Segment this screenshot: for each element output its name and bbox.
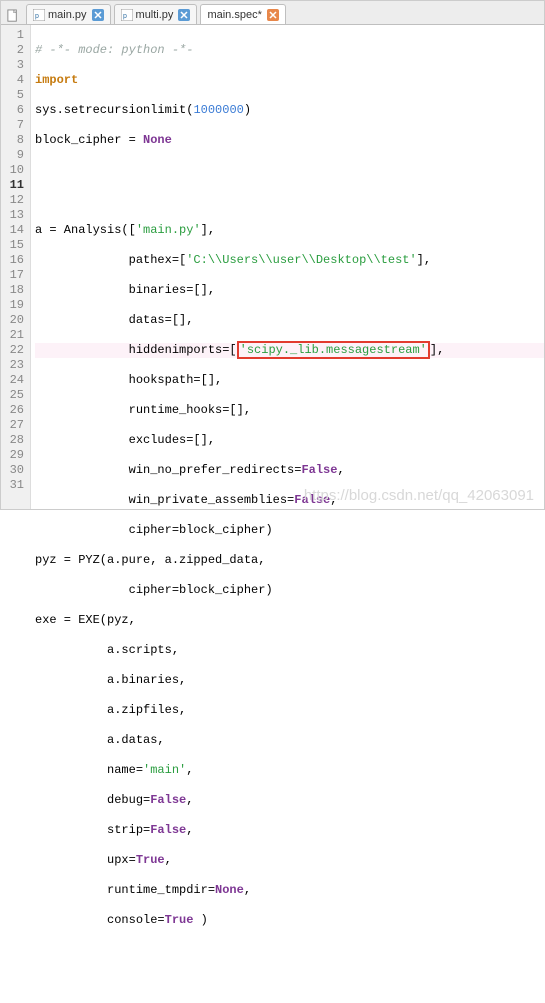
svg-text:p: p xyxy=(35,13,39,20)
new-file-icon[interactable] xyxy=(6,9,21,24)
close-icon[interactable] xyxy=(267,9,279,21)
svg-text:p: p xyxy=(123,13,127,20)
tab-multi-py[interactable]: p multi.py xyxy=(114,4,198,24)
python-file-icon: p xyxy=(33,9,45,21)
highlighted-box: 'scipy._lib.messagestream' xyxy=(237,341,430,359)
tab-label: main.spec* xyxy=(207,9,261,21)
line-number-gutter: 1234567891011121314151617181920212223242… xyxy=(1,25,31,509)
python-file-icon: p xyxy=(121,9,133,21)
code-keyword: import xyxy=(35,73,78,87)
tab-label: main.py xyxy=(48,9,87,21)
tab-main-spec[interactable]: main.spec* xyxy=(200,4,285,24)
tab-main-py[interactable]: p main.py xyxy=(26,4,111,24)
code-editor[interactable]: 1234567891011121314151617181920212223242… xyxy=(1,25,544,509)
code-area[interactable]: # -*- mode: python -*- import sys.setrec… xyxy=(31,25,544,509)
code-comment: # -*- mode: python -*- xyxy=(35,43,193,57)
close-icon[interactable] xyxy=(92,9,104,21)
tab-label: multi.py xyxy=(136,9,174,21)
tab-bar: p main.py p multi.py main.spec* xyxy=(1,1,544,25)
close-icon[interactable] xyxy=(178,9,190,21)
highlighted-line: hiddenimports=['scipy._lib.messagestream… xyxy=(35,343,544,358)
